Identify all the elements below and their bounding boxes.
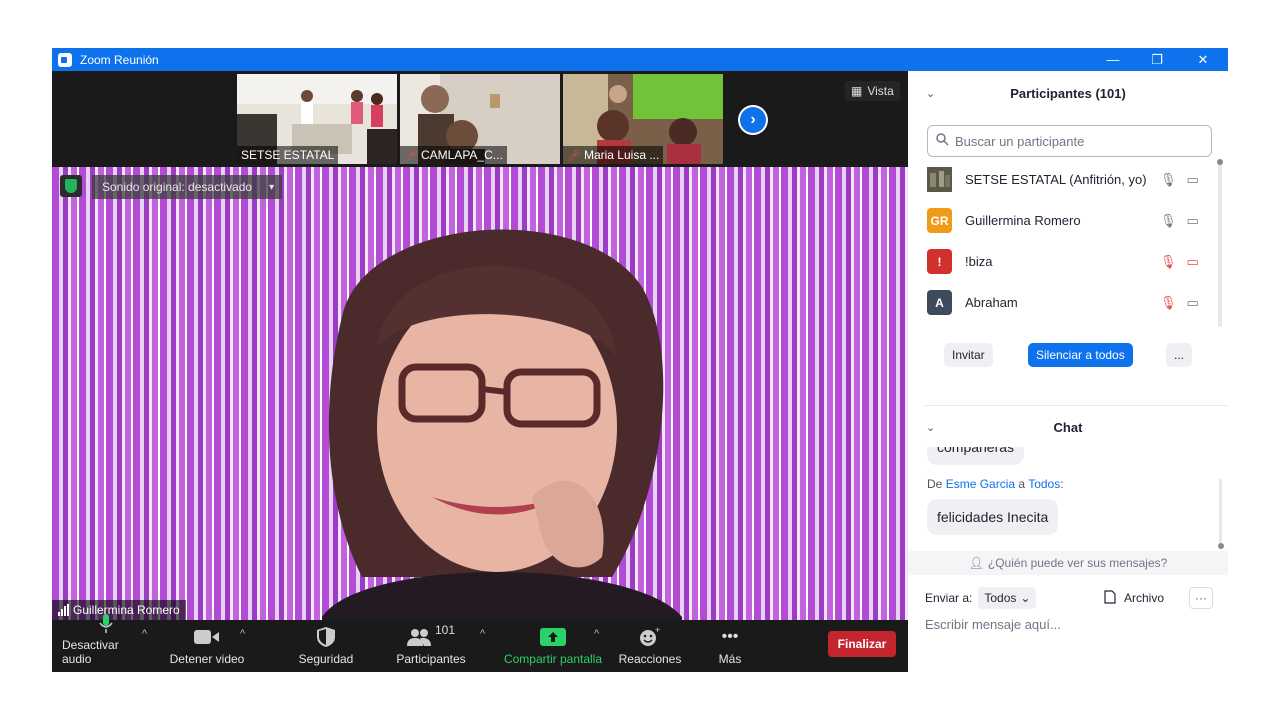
- meeting-controls: Desactivar audio ^ Detener video ^ Segur…: [52, 614, 908, 672]
- security-button[interactable]: Seguridad: [290, 620, 362, 672]
- muted-mic-icon: 🎤︎: [567, 149, 581, 162]
- thumbnail-strip: SETSE ESTATAL 🎤︎ CAMLAPA_C... 🎤︎ Maria L…: [52, 71, 908, 167]
- signal-icon: [58, 604, 69, 616]
- chat-message: compañeras: [927, 447, 1025, 465]
- original-sound-toggle[interactable]: Sonido original: desactivado: [92, 175, 283, 199]
- chevron-down-icon[interactable]: ⌄: [926, 421, 935, 434]
- search-icon: [936, 133, 949, 149]
- avatar: GR: [927, 208, 952, 233]
- microphone-icon: [99, 614, 113, 634]
- participant-row[interactable]: ! !biza 🎙︎ ▭: [908, 241, 1220, 282]
- participant-list-scrollbar[interactable]: [1217, 159, 1223, 327]
- chat-messages: compañeras De Esme Garcia a Todos: felic…: [908, 447, 1228, 545]
- message-privacy-link[interactable]: 👤︎ ¿Quién puede ver sus mensajes?: [908, 551, 1228, 575]
- muted-mic-icon: 🎤︎: [404, 149, 418, 162]
- speaker-silhouette: [322, 229, 682, 620]
- zoom-window: Zoom Reunión — ❐ ✕ SETSE ESTATAL 🎤︎ CAML…: [52, 48, 1228, 672]
- smiley-plus-icon: +: [639, 626, 661, 648]
- muted-microphone-icon: 🎙︎: [1160, 253, 1177, 269]
- thumbnail-name: SETSE ESTATAL: [237, 146, 339, 164]
- encryption-shield-icon[interactable]: [60, 175, 82, 197]
- divider: [924, 405, 1228, 406]
- mute-audio-button[interactable]: Desactivar audio: [62, 614, 150, 672]
- file-icon: [1104, 589, 1116, 607]
- participant-search-input[interactable]: Buscar un participante: [927, 125, 1212, 157]
- people-icon: 101: [406, 623, 455, 648]
- zoom-app-icon: [58, 52, 72, 67]
- participants-header: ⌄ Participantes (101): [926, 85, 1126, 101]
- view-button[interactable]: ▦ Vista: [845, 81, 900, 101]
- share-screen-button[interactable]: Compartir pantalla: [500, 620, 606, 672]
- shield-icon: [317, 626, 335, 648]
- participant-actions: Invitar Silenciar a todos ...: [908, 343, 1228, 369]
- close-button[interactable]: ✕: [1180, 48, 1226, 71]
- participant-list: SETSE ESTATAL (Anfitrión, yo) 🎙︎ ▭ GR Gui…: [908, 159, 1228, 323]
- avatar: !: [927, 249, 952, 274]
- participants-more-button[interactable]: ...: [1166, 343, 1193, 367]
- chat-scrollbar[interactable]: [1218, 479, 1224, 549]
- send-to-row: Enviar a: Todos ⌄: [925, 586, 1037, 610]
- sender-link[interactable]: Esme Garcia: [946, 477, 1015, 491]
- camera-icon: ▭: [1186, 171, 1199, 187]
- recipient-select[interactable]: Todos ⌄: [978, 587, 1037, 609]
- camera-off-icon: ▭: [1186, 253, 1199, 269]
- camera-icon: ▭: [1186, 212, 1199, 228]
- stop-video-button[interactable]: Detener video: [166, 620, 248, 672]
- more-dots-icon: •••: [721, 628, 739, 645]
- chat-header: ⌄ Chat: [926, 419, 1083, 435]
- next-page-button[interactable]: ›: [738, 105, 768, 135]
- participant-row[interactable]: GR Guillermina Romero 🎙︎ ▭: [908, 200, 1220, 241]
- speaker-name-tag: Guillermina Romero: [52, 600, 186, 620]
- avatar: [927, 167, 952, 192]
- camera-icon: [194, 626, 220, 648]
- thumbnail-name: 🎤︎ Maria Luisa ...: [563, 146, 664, 164]
- participant-thumbnail[interactable]: 🎤︎ Maria Luisa ...: [563, 74, 723, 164]
- participant-row[interactable]: A Abraham 🎙︎ ▭: [908, 282, 1220, 323]
- file-button[interactable]: Archivo: [1104, 586, 1164, 610]
- microphone-icon: 🎙︎: [1160, 212, 1177, 228]
- thumbnail-name: 🎤︎ CAMLAPA_C...: [400, 146, 507, 164]
- audio-options-caret-icon[interactable]: ^: [142, 628, 147, 640]
- end-meeting-button[interactable]: Finalizar: [828, 631, 896, 657]
- person-lock-icon: 👤︎: [968, 556, 984, 570]
- message-sender-line: De Esme Garcia a Todos:: [927, 477, 1064, 491]
- chevron-down-icon[interactable]: ⌄: [926, 87, 935, 100]
- maximize-button[interactable]: ❐: [1134, 48, 1180, 71]
- camera-icon: ▭: [1186, 294, 1199, 310]
- window-title: Zoom Reunión: [80, 52, 159, 67]
- muted-microphone-icon: 🎙︎: [1160, 294, 1177, 310]
- microphone-icon: 🎙︎: [1160, 171, 1177, 187]
- active-speaker-video: Sonido original: desactivado Guillermina…: [52, 167, 908, 620]
- participants-button[interactable]: 101 Participantes: [390, 620, 472, 672]
- side-panel: ⌄ Participantes (101) Buscar un particip…: [908, 71, 1228, 672]
- share-options-caret-icon[interactable]: ^: [594, 628, 599, 640]
- chevron-right-icon: ›: [740, 107, 766, 133]
- reactions-button[interactable]: + Reacciones: [614, 620, 686, 672]
- title-bar: Zoom Reunión — ❐ ✕: [52, 48, 1228, 71]
- share-screen-icon: [540, 626, 566, 648]
- chat-message: felicidades Inecita: [927, 499, 1059, 535]
- mute-all-button[interactable]: Silenciar a todos: [1028, 343, 1133, 367]
- video-options-caret-icon[interactable]: ^: [240, 628, 245, 640]
- more-button[interactable]: ••• Más: [706, 620, 754, 672]
- participant-thumbnail[interactable]: 🎤︎ CAMLAPA_C...: [400, 74, 560, 164]
- participants-options-caret-icon[interactable]: ^: [480, 628, 485, 640]
- participant-thumbnail[interactable]: SETSE ESTATAL: [237, 74, 397, 164]
- avatar: A: [927, 290, 952, 315]
- participant-row[interactable]: SETSE ESTATAL (Anfitrión, yo) 🎙︎ ▭: [908, 159, 1220, 200]
- svg-text:+: +: [655, 627, 660, 635]
- chat-message-input[interactable]: Escribir mensaje aquí...: [925, 617, 1061, 632]
- grid-icon: ▦: [851, 84, 863, 98]
- invite-button[interactable]: Invitar: [944, 343, 993, 367]
- recipient-link[interactable]: Todos: [1028, 477, 1060, 491]
- chat-more-button[interactable]: ···: [1189, 587, 1213, 609]
- chevron-down-icon: ⌄: [1020, 591, 1031, 605]
- minimize-button[interactable]: —: [1090, 48, 1136, 71]
- meeting-area: SETSE ESTATAL 🎤︎ CAMLAPA_C... 🎤︎ Maria L…: [52, 71, 908, 672]
